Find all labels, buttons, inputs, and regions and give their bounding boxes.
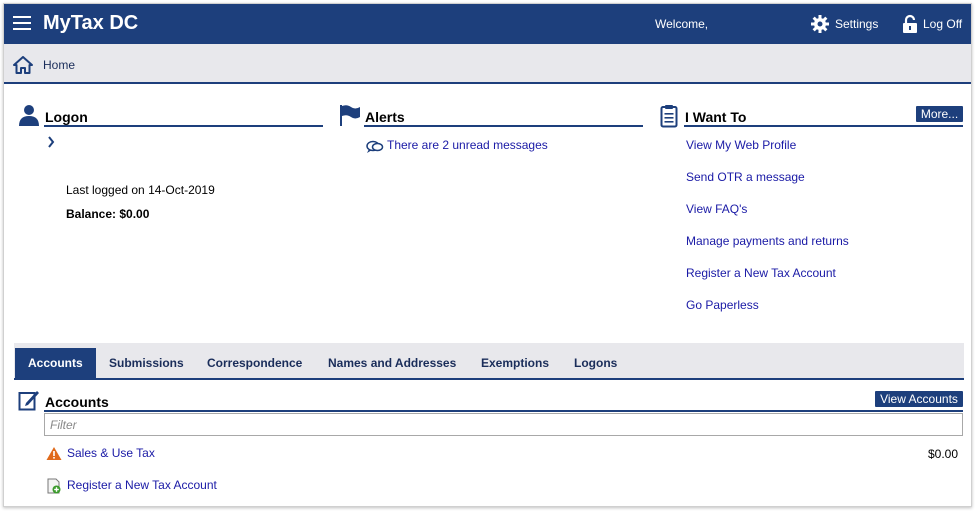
accounts-divider <box>44 410 963 412</box>
iwant-title: I Want To <box>685 109 747 125</box>
link-register-tax-account[interactable]: Register a New Tax Account <box>686 266 836 280</box>
clipboard-icon <box>660 105 678 128</box>
app-frame: MyTax DC Welcome, Settings Log Off Home … <box>3 3 972 507</box>
alerts-title: Alerts <box>365 109 405 125</box>
register-new-account-link[interactable]: Register a New Tax Account <box>67 478 217 492</box>
last-logged: Last logged on 14-Oct-2019 <box>66 183 215 197</box>
tab-names-addresses[interactable]: Names and Addresses <box>328 348 456 380</box>
tab-accounts[interactable]: Accounts <box>15 348 96 380</box>
document-add-icon <box>47 478 61 494</box>
edit-icon <box>18 391 39 411</box>
link-view-web-profile[interactable]: View My Web Profile <box>686 138 796 152</box>
settings-button[interactable]: Settings <box>810 14 878 34</box>
filter-input[interactable] <box>44 413 963 436</box>
tab-bar: Accounts Submissions Correspondence Name… <box>14 343 964 380</box>
flag-icon <box>340 105 360 126</box>
alerts-divider <box>364 125 643 127</box>
settings-label: Settings <box>835 17 879 31</box>
user-icon <box>19 105 39 126</box>
tab-submissions[interactable]: Submissions <box>109 348 184 380</box>
accounts-title: Accounts <box>45 394 109 410</box>
link-go-paperless[interactable]: Go Paperless <box>686 298 759 312</box>
chat-icon <box>366 140 384 153</box>
top-bar: MyTax DC Welcome, Settings Log Off <box>4 4 971 44</box>
welcome-text: Welcome, <box>655 17 709 31</box>
breadcrumb-home[interactable]: Home <box>43 58 75 72</box>
logon-divider <box>44 125 323 127</box>
warning-icon <box>46 447 62 460</box>
logon-title: Logon <box>45 109 88 125</box>
chevron-right-icon[interactable] <box>47 136 55 148</box>
gear-icon <box>811 15 829 33</box>
more-button[interactable]: More... <box>916 106 963 122</box>
tab-correspondence[interactable]: Correspondence <box>207 348 302 380</box>
link-view-faqs[interactable]: View FAQ's <box>686 202 747 216</box>
sales-use-tax-link[interactable]: Sales & Use Tax <box>67 446 155 460</box>
link-manage-payments[interactable]: Manage payments and returns <box>686 234 849 248</box>
lock-icon <box>903 14 917 33</box>
view-accounts-button[interactable]: View Accounts <box>875 391 963 407</box>
link-send-message[interactable]: Send OTR a message <box>686 170 805 184</box>
home-icon[interactable] <box>13 56 33 74</box>
breadcrumb: Home <box>4 44 971 84</box>
tab-logons[interactable]: Logons <box>574 348 617 380</box>
hamburger-icon[interactable] <box>13 16 31 30</box>
app-title: MyTax DC <box>43 12 139 34</box>
unread-messages-link[interactable]: There are 2 unread messages <box>387 138 548 152</box>
logoff-label: Log Off <box>923 17 963 31</box>
tab-exemptions[interactable]: Exemptions <box>481 348 549 380</box>
sales-use-tax-amount: $0.00 <box>928 447 959 461</box>
balance: Balance: $0.00 <box>66 207 150 221</box>
logoff-button[interactable]: Log Off <box>902 14 962 34</box>
iwant-divider <box>684 125 963 127</box>
